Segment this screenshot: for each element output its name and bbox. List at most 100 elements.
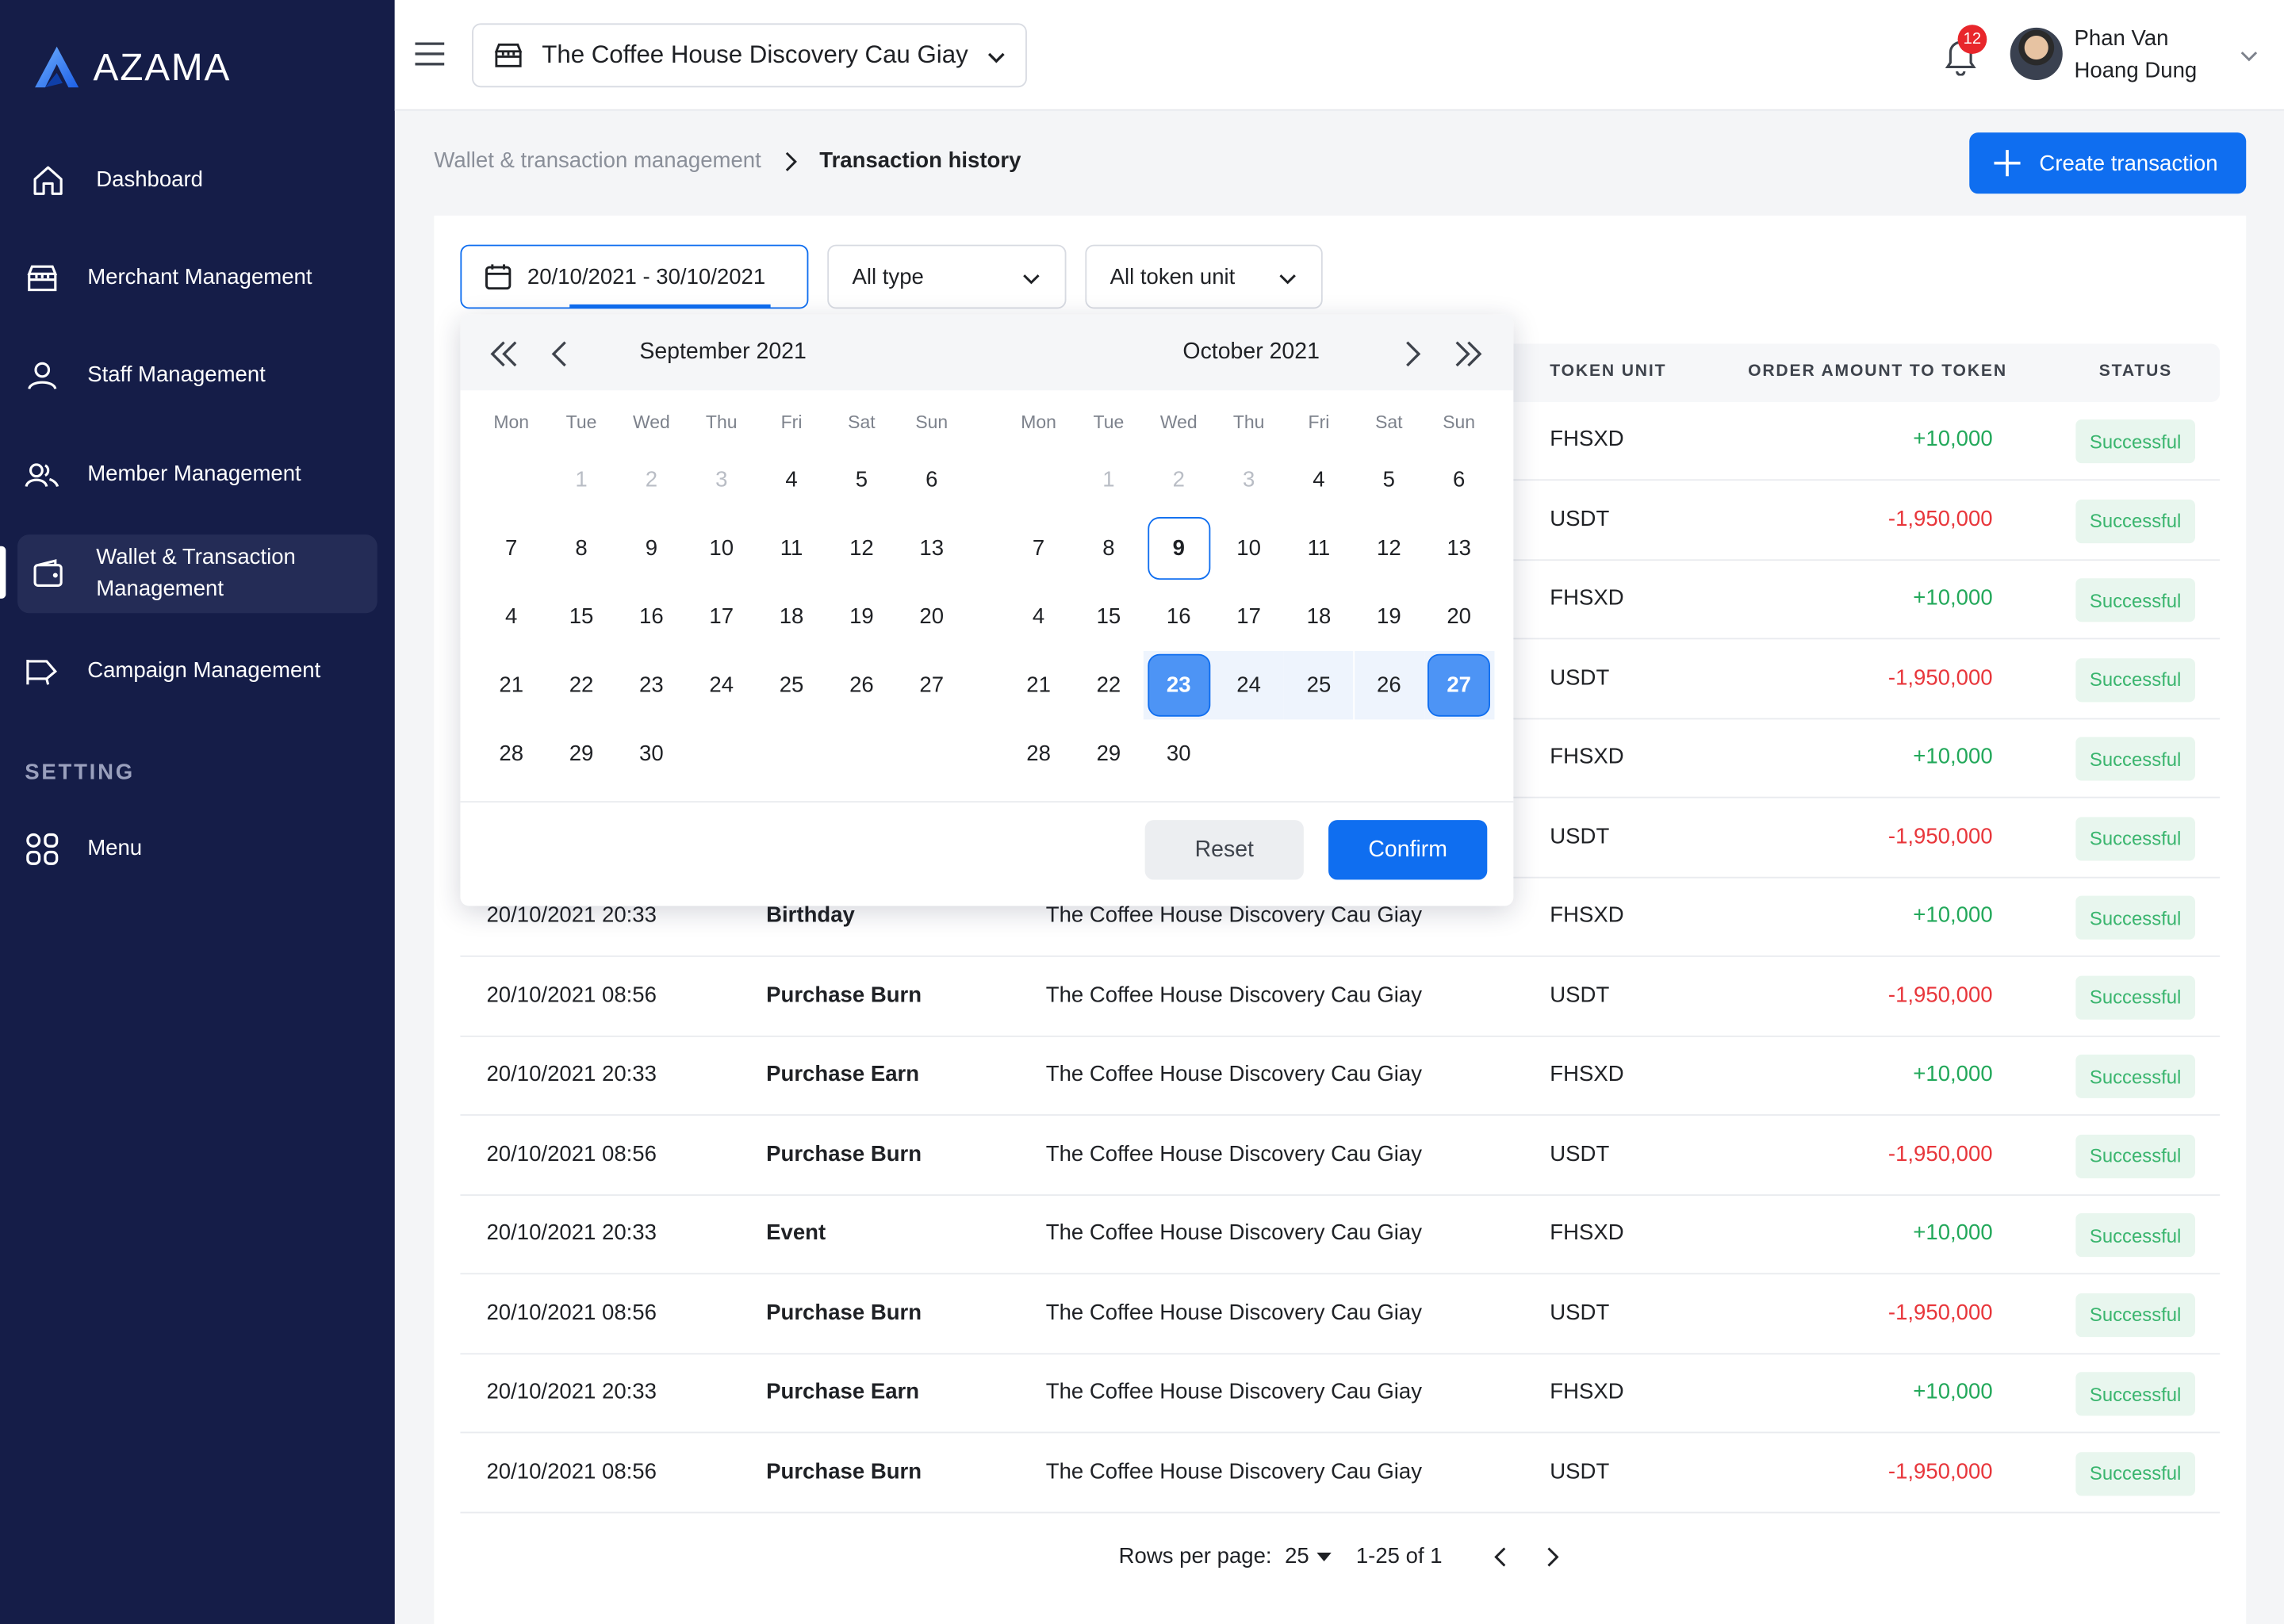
calendar-day[interactable]: 10 [1214,514,1284,582]
table-row[interactable]: 20/10/2021 20:33 Purchase Earn The Coffee … [460,1354,2221,1434]
calendar-day[interactable]: 7 [1004,514,1074,582]
chevron-right-icon[interactable] [1396,338,1428,370]
calendar-day[interactable]: 25 [1283,651,1355,720]
avatar[interactable] [2010,27,2063,81]
table-row[interactable]: 20/10/2021 20:33 Purchase Earn The Coffee … [460,1037,2221,1116]
calendar-day[interactable]: 1 [1074,446,1144,514]
calendar-day[interactable]: 16 [1144,583,1213,651]
sidebar-item-wallet[interactable]: Wallet & Transaction Management [0,534,377,614]
calendar-day[interactable]: 24 [1213,651,1284,720]
calendar-day[interactable]: 3 [1214,446,1284,514]
calendar-day[interactable]: 7 [477,514,546,582]
table-row[interactable]: 20/10/2021 20:33 Event The Coffee House Di… [460,1196,2221,1275]
calendar-day[interactable]: 21 [477,651,546,719]
calendar-day[interactable]: 9 [616,514,686,582]
token-filter[interactable]: All token unit [1085,244,1323,309]
table-row[interactable]: 20/10/2021 08:56 Purchase Burn The Coffee … [460,1275,2221,1354]
calendar-day[interactable]: 13 [897,514,967,582]
type-filter[interactable]: All type [827,244,1067,309]
chevron-left-icon[interactable] [1492,1546,1509,1567]
sidebar-item-staff[interactable]: Staff Management [17,336,377,415]
calendar-day[interactable]: 30 [1144,719,1213,787]
status-badge: Successful [2075,816,2195,860]
calendar-day[interactable]: 27 [897,651,967,719]
calendar-day[interactable]: 13 [1424,514,1494,582]
calendar-day[interactable]: 29 [1074,719,1144,787]
calendar-day[interactable]: 15 [1074,583,1144,651]
calendar-day[interactable]: 29 [546,719,616,787]
column-header-amount: ORDER AMOUNT TO TOKEN [1748,362,2007,381]
brand-logo[interactable]: AZAMA [32,44,231,90]
calendar-day[interactable]: 10 [687,514,757,582]
calendar-day[interactable]: 3 [687,446,757,514]
calendar-day[interactable]: 1 [546,446,616,514]
store-selector[interactable]: The Coffee House Discovery Cau Giay [472,23,1027,88]
calendar-day[interactable]: 24 [687,651,757,719]
transaction-type: Event [766,1220,826,1246]
hamburger-menu-icon[interactable] [414,40,446,69]
day-number: 21 [499,672,524,698]
calendar-day[interactable]: 28 [1004,719,1074,787]
sidebar-item-merchant[interactable]: Merchant Management [17,239,377,317]
table-row[interactable]: 20/10/2021 08:56 Purchase Burn The Coffee … [460,1116,2221,1196]
calendar-day[interactable]: 2 [616,446,686,514]
calendar-day[interactable]: 15 [546,583,616,651]
calendar-day[interactable]: 26 [1354,651,1424,720]
calendar-day[interactable]: 17 [1214,583,1284,651]
calendar-day[interactable]: 5 [1354,446,1424,514]
day-number: 12 [1376,535,1401,561]
calendar-day[interactable]: 20 [1424,583,1494,651]
calendar-day[interactable]: 30 [616,719,686,787]
breadcrumb-parent[interactable]: Wallet & transaction management [434,148,761,173]
calendar-day[interactable]: 25 [757,651,826,719]
create-transaction-button[interactable]: Create transaction [1969,132,2247,194]
calendar-day[interactable]: 11 [757,514,826,582]
calendar-day[interactable]: 8 [546,514,616,582]
calendar-day[interactable]: 23 [1144,651,1214,720]
chevron-right-icon[interactable] [1544,1546,1562,1567]
table-row[interactable]: 20/10/2021 08:56 Purchase Burn The Coffee … [460,1434,2221,1513]
calendar-day[interactable]: 6 [1424,446,1494,514]
day-number: 4 [1313,467,1325,492]
calendar-day[interactable]: 19 [1354,583,1424,651]
calendar-day[interactable]: 4 [477,583,546,651]
calendar-day[interactable]: 28 [477,719,546,787]
table-row[interactable]: 20/10/2021 08:56 Purchase Burn The Coffee … [460,958,2221,1036]
calendar-day[interactable]: 22 [1074,651,1144,719]
calendar-day[interactable]: 5 [826,446,896,514]
calendar-day[interactable]: 12 [1354,514,1424,582]
sidebar-item-member[interactable]: Member Management [17,435,377,514]
sidebar-item-dashboard[interactable]: Dashboard [17,141,377,220]
calendar-day[interactable]: 22 [546,651,616,719]
user-name[interactable]: Phan Van Hoang Dung [2075,23,2198,87]
double-chevron-left-icon[interactable] [488,338,519,370]
calendar-day[interactable]: 23 [616,651,686,719]
calendar-day[interactable]: 4 [1284,446,1354,514]
reset-button[interactable]: Reset [1144,820,1304,880]
date-range-filter[interactable]: 20/10/2021 - 30/10/2021 [460,244,809,309]
calendar-day[interactable]: 18 [757,583,826,651]
calendar-day[interactable]: 26 [826,651,896,719]
calendar-day[interactable]: 6 [897,446,967,514]
calendar-day[interactable]: 17 [687,583,757,651]
rows-per-page-select[interactable]: 25 [1285,1544,1332,1568]
calendar-day[interactable]: 16 [616,583,686,651]
calendar-day[interactable]: 19 [826,583,896,651]
sidebar-item-campaign[interactable]: Campaign Management [17,632,377,710]
calendar-day[interactable]: 4 [757,446,826,514]
chevron-left-icon[interactable] [545,338,577,370]
confirm-button[interactable]: Confirm [1328,820,1488,880]
calendar-day[interactable]: 27 [1424,651,1494,720]
calendar-day[interactable]: 11 [1284,514,1354,582]
calendar-day[interactable]: 18 [1284,583,1354,651]
chevron-down-icon[interactable] [2239,47,2259,67]
calendar-day[interactable]: 20 [897,583,967,651]
calendar-day[interactable]: 9 [1144,514,1213,582]
calendar-day[interactable]: 12 [826,514,896,582]
calendar-day[interactable]: 4 [1004,583,1074,651]
sidebar-item-menu[interactable]: Menu [17,810,377,888]
calendar-day[interactable]: 8 [1074,514,1144,582]
double-chevron-right-icon[interactable] [1452,338,1484,370]
calendar-day[interactable]: 2 [1144,446,1213,514]
calendar-day[interactable]: 21 [1004,651,1074,719]
